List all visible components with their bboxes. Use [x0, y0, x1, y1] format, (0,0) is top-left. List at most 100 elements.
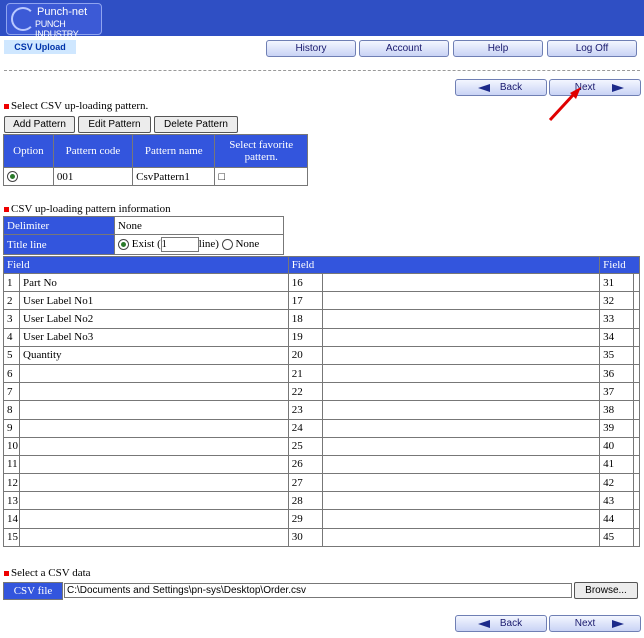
field-value[interactable]: [633, 272, 640, 293]
field-value[interactable]: [633, 327, 640, 347]
field-number: 13: [3, 491, 20, 511]
field-value[interactable]: [19, 363, 289, 384]
field-value[interactable]: [633, 509, 640, 529]
exist-radio[interactable]: [118, 239, 129, 250]
back-button-bottom[interactable]: Back: [455, 615, 547, 632]
field-row: 15 30 45: [3, 527, 640, 547]
pattern-name-header: Pattern name: [132, 134, 216, 168]
history-button[interactable]: History: [266, 40, 356, 57]
field-value[interactable]: [321, 363, 601, 384]
field-value[interactable]: [321, 418, 601, 438]
browse-button[interactable]: Browse...: [574, 582, 638, 599]
title-line-label: Title line: [3, 234, 115, 255]
field-value[interactable]: [321, 436, 601, 456]
field-number: 16: [287, 272, 323, 293]
logo-text: Punch-net: [37, 6, 88, 18]
delimiter-label: Delimiter: [3, 216, 115, 235]
field-row: 5 Quantity 20 35: [3, 345, 640, 365]
next-button-bottom[interactable]: Next: [549, 615, 641, 632]
field-value[interactable]: [19, 454, 289, 475]
field-value[interactable]: [321, 309, 601, 329]
field-number: 36: [599, 363, 635, 384]
field-value[interactable]: [633, 418, 640, 438]
field-value[interactable]: [633, 473, 640, 493]
add-pattern-button[interactable]: Add Pattern: [4, 116, 75, 133]
edit-pattern-button[interactable]: Edit Pattern: [78, 116, 151, 133]
field-value[interactable]: [633, 345, 640, 365]
field-value[interactable]: [19, 436, 289, 456]
account-button[interactable]: Account: [359, 40, 449, 57]
field-value[interactable]: [321, 473, 601, 493]
app-header: Punch-net PUNCH INDUSTRY: [0, 0, 644, 39]
delete-pattern-button[interactable]: Delete Pattern: [154, 116, 238, 133]
field-value[interactable]: [19, 491, 289, 511]
field-value[interactable]: [633, 382, 640, 402]
field-value[interactable]: Quantity: [19, 345, 289, 365]
csv-file-label: CSV file: [3, 582, 63, 600]
red-pointer-arrow-icon: [548, 87, 581, 122]
field-row: 4 User Label No3 19 34: [3, 327, 640, 347]
field-value[interactable]: [321, 382, 601, 402]
field-number: 14: [3, 509, 20, 529]
title-line-count-input[interactable]: 1: [160, 237, 199, 252]
field-value[interactable]: [321, 454, 601, 475]
field-value[interactable]: [321, 527, 601, 547]
field-value[interactable]: [321, 509, 601, 529]
title-line-options: Exist (1 line) None: [114, 234, 284, 255]
logoff-button[interactable]: Log Off: [547, 40, 637, 57]
red-bullet-icon: [4, 206, 9, 212]
logo-subtext: PUNCH INDUSTRY: [35, 19, 79, 39]
field-value[interactable]: [633, 291, 640, 311]
field-value[interactable]: [321, 345, 601, 365]
field-value[interactable]: [19, 509, 289, 529]
pattern-radio[interactable]: [7, 171, 18, 183]
field-value[interactable]: Part No: [19, 272, 289, 293]
field-value[interactable]: User Label No3: [19, 327, 289, 347]
field-value[interactable]: [19, 418, 289, 438]
back-button-top[interactable]: Back: [455, 79, 547, 96]
field-number: 3: [3, 309, 20, 329]
field-value[interactable]: [633, 363, 640, 384]
field-number: 38: [599, 400, 635, 420]
field-value[interactable]: [321, 491, 601, 511]
field-number: 18: [287, 309, 323, 329]
field-number: 11: [3, 454, 20, 475]
csv-file-path-input[interactable]: C:\Documents and Settings\pn-sys\Desktop…: [64, 583, 572, 598]
field-value[interactable]: [321, 291, 601, 311]
field-value[interactable]: [321, 272, 601, 293]
field-value[interactable]: [19, 527, 289, 547]
info-section-title: CSV up-loading pattern information: [4, 203, 171, 215]
field-number: 39: [599, 418, 635, 438]
field-number: 37: [599, 382, 635, 402]
field-value[interactable]: User Label No1: [19, 291, 289, 311]
field-number: 19: [287, 327, 323, 347]
field-value[interactable]: [633, 454, 640, 475]
field-row: 12 27 42: [3, 473, 640, 493]
field-number: 4: [3, 327, 20, 347]
field-number: 32: [599, 291, 635, 311]
favorite-checkbox[interactable]: □: [214, 167, 308, 186]
field-value[interactable]: [633, 309, 640, 329]
field-value[interactable]: [633, 400, 640, 420]
field-number: 30: [287, 527, 323, 547]
pattern-code-header: Pattern code: [52, 134, 134, 168]
field-value[interactable]: [19, 400, 289, 420]
field-value[interactable]: [633, 491, 640, 511]
field-number: 6: [3, 363, 20, 384]
field-value[interactable]: [321, 400, 601, 420]
field-value[interactable]: [321, 327, 601, 347]
field-value[interactable]: [633, 436, 640, 456]
field-value[interactable]: [19, 382, 289, 402]
field-number: 41: [599, 454, 635, 475]
field-number: 17: [287, 291, 323, 311]
field-number: 29: [287, 509, 323, 529]
field-value[interactable]: [633, 527, 640, 547]
help-button[interactable]: Help: [453, 40, 543, 57]
none-radio[interactable]: [221, 239, 233, 250]
field-header-3: Field: [599, 256, 640, 274]
field-value[interactable]: [19, 473, 289, 493]
field-number: 35: [599, 345, 635, 365]
field-number: 12: [3, 473, 20, 493]
field-value[interactable]: User Label No2: [19, 309, 289, 329]
field-number: 2: [3, 291, 20, 311]
